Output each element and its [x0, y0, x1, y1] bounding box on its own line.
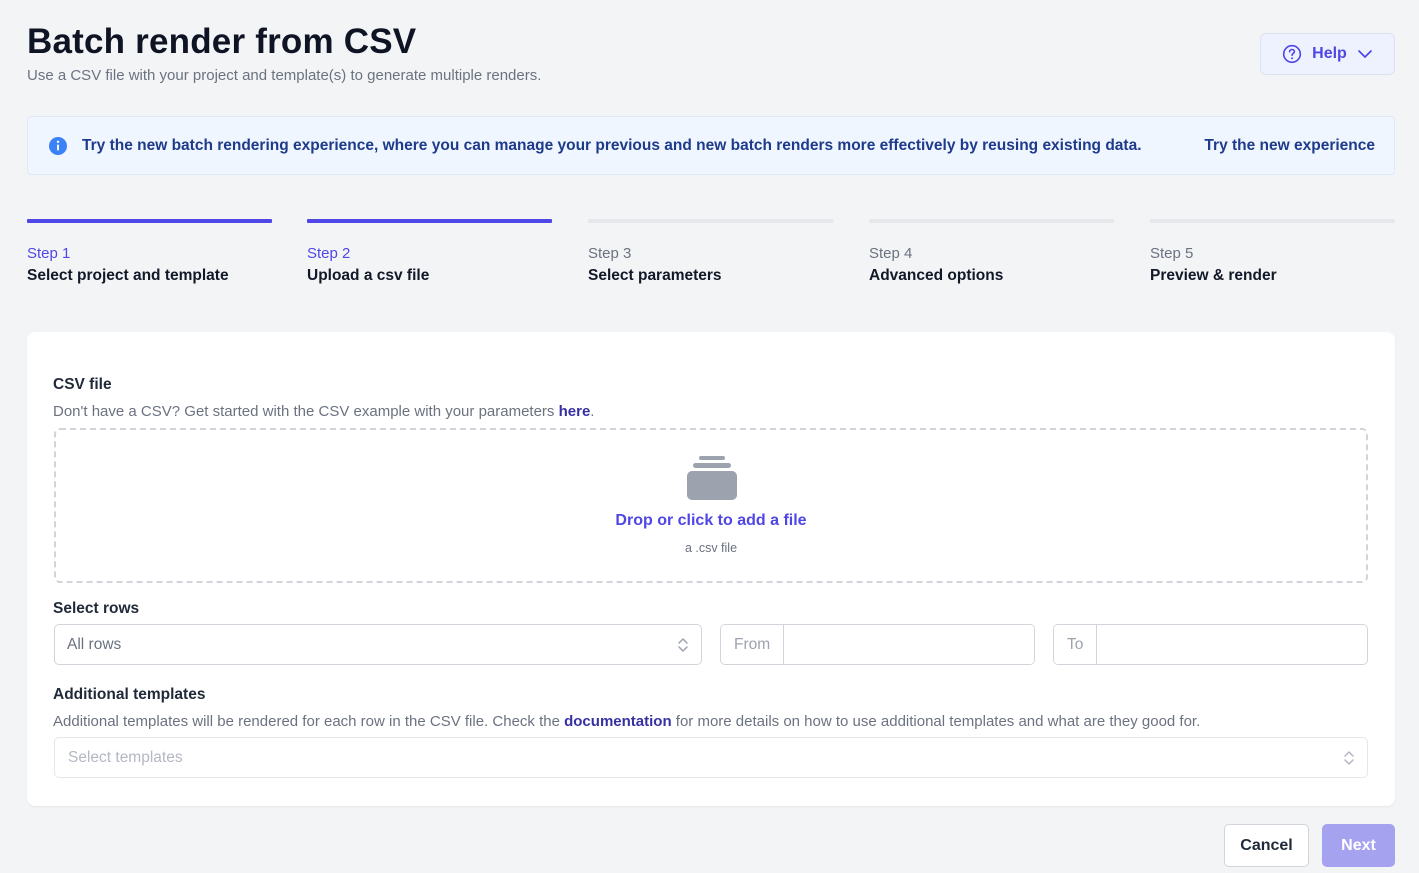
stepper: Step 1 Select project and template Step …	[27, 219, 1395, 289]
to-row-field: To	[1053, 624, 1368, 665]
next-button[interactable]: Next	[1322, 824, 1395, 867]
cancel-button[interactable]: Cancel	[1224, 824, 1309, 867]
step-name: Select project and template	[27, 267, 229, 284]
step-number: Step 4	[869, 245, 913, 262]
inbox-stack-icon	[687, 456, 737, 500]
csv-example-link[interactable]: here	[559, 403, 591, 420]
select-arrows-icon	[678, 638, 688, 652]
step-number: Step 2	[307, 245, 351, 262]
templates-help-prefix: Additional templates will be rendered fo…	[53, 713, 565, 730]
dropzone-main-text: Drop or click to add a file	[615, 512, 807, 529]
csv-help-prefix: Don't have a CSV? Get started with the C…	[53, 403, 559, 420]
step-name: Select parameters	[588, 267, 722, 284]
from-row-input[interactable]	[784, 625, 1034, 664]
question-circle-icon	[1283, 44, 1302, 64]
step-name: Advanced options	[869, 267, 1004, 284]
help-label: Help	[1312, 45, 1347, 62]
page-title: Batch render from CSV	[27, 22, 417, 61]
step-progress-bar	[1150, 219, 1395, 223]
step-3: Step 3 Select parameters	[588, 219, 833, 285]
rows-select[interactable]: All rows	[54, 624, 702, 665]
step-2[interactable]: Step 2 Upload a csv file	[307, 219, 552, 285]
templates-help-suffix: for more details on how to use additiona…	[671, 713, 1201, 730]
step-4: Step 4 Advanced options	[869, 219, 1114, 285]
csv-help-text: Don't have a CSV? Get started with the C…	[53, 403, 594, 420]
page-subtitle: Use a CSV file with your project and tem…	[27, 67, 542, 84]
upload-form-card: CSV file Don't have a CSV? Get started w…	[27, 332, 1395, 806]
additional-templates-label: Additional templates	[53, 686, 206, 703]
templates-help-text: Additional templates will be rendered fo…	[53, 713, 1200, 730]
banner-text: Try the new batch rendering experience, …	[82, 136, 1142, 154]
to-addon: To	[1054, 625, 1098, 664]
info-icon	[49, 136, 67, 155]
select-arrows-icon	[1344, 751, 1354, 765]
help-button[interactable]: Help	[1260, 33, 1395, 75]
step-5: Step 5 Preview & render	[1150, 219, 1395, 285]
csv-file-label: CSV file	[53, 376, 112, 393]
step-1[interactable]: Step 1 Select project and template	[27, 219, 272, 285]
step-number: Step 5	[1150, 245, 1194, 262]
step-number: Step 3	[588, 245, 632, 262]
from-row-field: From	[720, 624, 1035, 665]
from-addon: From	[721, 625, 785, 664]
step-progress-bar	[588, 219, 833, 223]
rows-select-value: All rows	[67, 635, 122, 653]
step-progress-bar	[307, 219, 552, 223]
step-number: Step 1	[27, 245, 71, 262]
step-progress-bar	[869, 219, 1114, 223]
select-rows-label: Select rows	[53, 600, 140, 617]
step-progress-bar	[27, 219, 272, 223]
step-name: Upload a csv file	[307, 267, 430, 284]
templates-select-placeholder: Select templates	[68, 748, 183, 766]
to-row-input[interactable]	[1097, 625, 1367, 664]
dropzone-file-type: a .csv file	[684, 541, 738, 555]
step-name: Preview & render	[1150, 267, 1277, 284]
documentation-link[interactable]: documentation	[564, 713, 672, 730]
templates-select[interactable]: Select templates	[54, 737, 1368, 778]
chevron-down-icon	[1357, 50, 1372, 58]
try-new-experience-link[interactable]: Try the new experience	[1204, 137, 1375, 155]
csv-dropzone[interactable]: Drop or click to add a file a .csv file	[54, 428, 1368, 583]
new-experience-banner: Try the new batch rendering experience, …	[27, 116, 1395, 175]
csv-help-suffix: .	[590, 403, 595, 420]
